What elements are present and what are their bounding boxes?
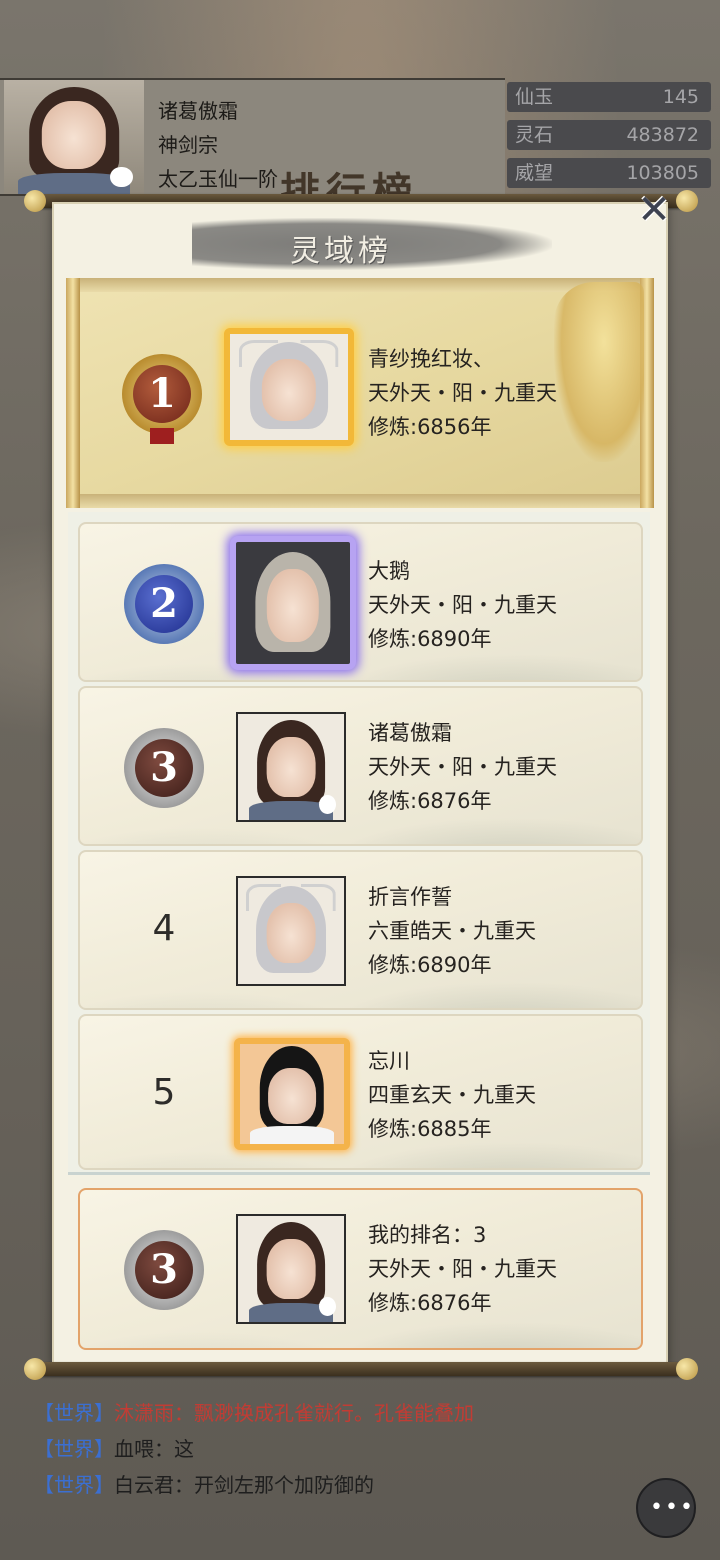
avatar[interactable] bbox=[236, 712, 346, 822]
blue-medal-icon: 2 bbox=[124, 564, 204, 644]
resource-label: 威望 bbox=[515, 162, 554, 184]
chat-line: 【世界】白云君：开剑左那个加防御的 bbox=[34, 1467, 674, 1503]
rank-info: 大鹅 天外天・阳・九重天 修炼:6890年 bbox=[368, 554, 557, 656]
avatar[interactable] bbox=[224, 328, 354, 446]
player-cultivation: 修炼:6876年 bbox=[368, 1291, 492, 1315]
player-name: 诸葛傲霜 bbox=[368, 721, 452, 745]
rank-row-3[interactable]: 3 诸葛傲霜 天外天・阳・九重天 修炼:6876年 bbox=[78, 686, 643, 846]
avatar-face bbox=[261, 359, 317, 421]
chat-bubble-icon[interactable]: ••• bbox=[636, 1478, 696, 1538]
resource-label: 灵石 bbox=[515, 124, 554, 146]
player-header: 诸葛傲霜 神剑宗 太乙玉仙一阶 bbox=[0, 78, 505, 196]
chat-text: 白云君：开剑左那个加防御的 bbox=[114, 1473, 374, 1497]
player-name: 折言作誓 bbox=[368, 885, 452, 909]
rank-number: 3 bbox=[150, 744, 178, 791]
rank-info: 我的排名：3 天外天・阳・九重天 修炼:6876年 bbox=[368, 1218, 557, 1320]
my-rank-row[interactable]: 3 我的排名：3 天外天・阳・九重天 修炼:6876年 bbox=[78, 1188, 643, 1350]
rank-row-1[interactable]: 1 青纱挽红妆、 天外天・阳・九重天 修炼:6856年 bbox=[66, 278, 654, 508]
rank-row-4[interactable]: 4 折言作誓 六重皓天・九重天 修炼:6890年 bbox=[78, 850, 643, 1010]
player-realm: 天外天・阳・九重天 bbox=[368, 1257, 557, 1281]
player-name: 青纱挽红妆、 bbox=[368, 347, 494, 371]
world-chat[interactable]: 【世界】沐潇雨：飘渺换成孔雀就行。孔雀能叠加 【世界】血喂：这 【世界】白云君：… bbox=[34, 1395, 674, 1503]
player-realm: 天外天・阳・九重天 bbox=[368, 593, 557, 617]
player-name: 诸葛傲霜 bbox=[158, 99, 238, 123]
player-name: 忘川 bbox=[368, 1049, 410, 1073]
avatar-face bbox=[268, 1068, 316, 1124]
player-realm: 天外天・阳・九重天 bbox=[368, 755, 557, 779]
avatar[interactable] bbox=[234, 1038, 350, 1150]
rank-number: 2 bbox=[150, 580, 178, 627]
chat-dots: ••• bbox=[650, 1495, 695, 1520]
avatar-face bbox=[266, 903, 316, 963]
player-realm: 四重玄天・九重天 bbox=[368, 1083, 536, 1107]
antler-decoration bbox=[300, 340, 339, 367]
resource-xianyu[interactable]: 仙玉 145 bbox=[507, 82, 711, 112]
rank-number: 3 bbox=[150, 1246, 178, 1293]
resource-label: 仙玉 bbox=[515, 86, 554, 108]
scroll-band bbox=[66, 278, 654, 292]
rank-number: 1 bbox=[148, 370, 176, 417]
antler-decoration bbox=[239, 340, 278, 367]
gold-medal-icon: 1 bbox=[122, 354, 202, 444]
rank-number: 5 bbox=[152, 1072, 176, 1113]
rank-info: 忘川 四重玄天・九重天 修炼:6885年 bbox=[368, 1044, 536, 1146]
scroll-roller bbox=[66, 278, 80, 508]
scroll-band bbox=[66, 494, 654, 508]
player-realm: 天外天・阳・九重天 bbox=[368, 381, 557, 405]
bunny-icon bbox=[110, 166, 133, 188]
avatar[interactable] bbox=[236, 1214, 346, 1324]
player-portrait[interactable] bbox=[4, 80, 144, 194]
my-rank-label: 我的排名：3 bbox=[368, 1223, 487, 1247]
player-cultivation: 修炼:6885年 bbox=[368, 1117, 492, 1141]
resource-lingshi[interactable]: 灵石 483872 bbox=[507, 120, 711, 150]
player-realm: 太乙玉仙一阶 bbox=[158, 167, 278, 191]
rank-info: 诸葛傲霜 天外天・阳・九重天 修炼:6876年 bbox=[368, 716, 557, 818]
avatar[interactable] bbox=[230, 536, 356, 670]
silver-medal-icon: 3 bbox=[124, 1230, 204, 1310]
chat-line: 【世界】血喂：这 bbox=[34, 1431, 674, 1467]
avatar-face bbox=[266, 737, 316, 797]
chat-tag: 【世界】 bbox=[34, 1437, 114, 1461]
silver-medal-icon: 3 bbox=[124, 728, 204, 808]
player-name: 大鹅 bbox=[368, 559, 410, 583]
chat-text: 血喂：这 bbox=[114, 1437, 194, 1461]
avatar-face bbox=[266, 1239, 316, 1299]
phoenix-decoration bbox=[554, 282, 644, 462]
scroll-rod-bottom bbox=[24, 1358, 698, 1380]
rank-info: 青纱挽红妆、 天外天・阳・九重天 修炼:6856年 bbox=[368, 342, 557, 444]
rank-row-2[interactable]: 2 大鹅 天外天・阳・九重天 修炼:6890年 bbox=[78, 522, 643, 682]
player-cultivation: 修炼:6890年 bbox=[368, 953, 492, 977]
rank-row-5[interactable]: 5 忘川 四重玄天・九重天 修炼:6885年 bbox=[78, 1014, 643, 1170]
player-cultivation: 修炼:6856年 bbox=[368, 415, 492, 439]
chat-text: 沐潇雨：飘渺换成孔雀就行。孔雀能叠加 bbox=[114, 1401, 474, 1425]
medal-ribbon bbox=[150, 428, 174, 444]
chat-tag: 【世界】 bbox=[34, 1401, 114, 1425]
chat-line: 【世界】沐潇雨：飘渺换成孔雀就行。孔雀能叠加 bbox=[34, 1395, 674, 1431]
portrait-face bbox=[41, 100, 107, 169]
bunny-icon bbox=[318, 1296, 336, 1316]
bunny-icon bbox=[318, 794, 336, 814]
player-realm: 六重皓天・九重天 bbox=[368, 919, 536, 943]
antler-decoration bbox=[300, 884, 336, 911]
rank-info: 折言作誓 六重皓天・九重天 修炼:6890年 bbox=[368, 880, 536, 982]
resource-value: 145 bbox=[662, 86, 699, 108]
chat-tag: 【世界】 bbox=[34, 1473, 114, 1497]
avatar[interactable] bbox=[236, 876, 346, 986]
player-cultivation: 修炼:6876年 bbox=[368, 789, 492, 813]
avatar-face bbox=[266, 568, 320, 643]
resource-value: 103805 bbox=[626, 162, 699, 184]
resource-value: 483872 bbox=[626, 124, 699, 146]
rank-number: 4 bbox=[152, 908, 176, 949]
close-icon[interactable]: ✕ bbox=[634, 190, 674, 230]
player-cultivation: 修炼:6890年 bbox=[368, 627, 492, 651]
avatar-shoulders bbox=[250, 1126, 334, 1144]
player-info: 诸葛傲霜 神剑宗 太乙玉仙一阶 bbox=[158, 94, 278, 196]
modal-title: 灵域榜 bbox=[290, 234, 392, 269]
resource-panel: 仙玉 145 灵石 483872 威望 103805 bbox=[507, 82, 711, 196]
player-sect: 神剑宗 bbox=[158, 133, 218, 157]
resource-weiwang[interactable]: 威望 103805 bbox=[507, 158, 711, 188]
